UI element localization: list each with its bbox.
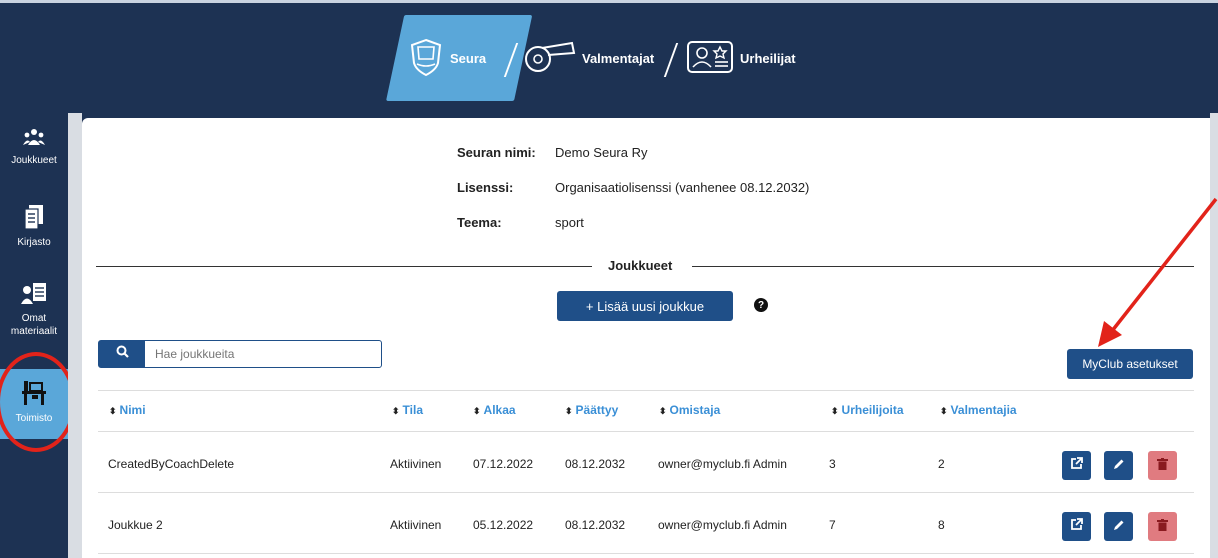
materials-icon [21, 283, 47, 308]
table-row: Joukkue 2 Aktiivinen 05.12.2022 08.12.20… [98, 494, 1194, 554]
column-header-nimi[interactable]: ⬍ Nimi [109, 403, 146, 417]
edit-team-button[interactable] [1104, 451, 1133, 480]
column-header-label: Nimi [119, 403, 146, 417]
tab-valmentajat-label: Valmentajat [582, 50, 655, 66]
sidebar-item-label: Kirjasto [17, 237, 51, 248]
theme-label: Teema: [457, 215, 502, 230]
tab-urheilijat-label: Urheilijat [740, 50, 796, 66]
team-start: 07.12.2022 [473, 457, 534, 471]
column-header-label: Tila [402, 403, 424, 417]
column-header-alkaa[interactable]: ⬍ Alkaa [473, 403, 516, 417]
whistle-icon [520, 39, 576, 78]
team-coaches: 2 [938, 457, 945, 471]
external-link-icon [1070, 517, 1083, 536]
teams-icon [23, 127, 45, 150]
license-value: Organisaatiolisenssi (vanhenee 08.12.203… [555, 180, 810, 195]
search-button[interactable] [99, 341, 145, 367]
team-coaches: 8 [938, 518, 945, 532]
delete-team-button[interactable] [1148, 512, 1177, 541]
shield-icon [408, 37, 444, 80]
table-row: CreatedByCoachDelete Aktiivinen 07.12.20… [98, 433, 1194, 493]
tab-urheilijat[interactable]: Urheilijat [686, 15, 796, 101]
team-athletes: 3 [829, 457, 836, 471]
table-header: ⬍ Nimi ⬍ Tila ⬍ Alkaa ⬍ Päättyy ⬍ Omistaja ⬍ U… [98, 390, 1194, 432]
sort-icon: ⬍ [109, 406, 117, 416]
delete-team-button[interactable] [1148, 451, 1177, 480]
column-header-label: Valmentajia [950, 403, 1017, 417]
external-link-icon [1070, 456, 1083, 475]
team-owner: owner@myclub.fi Admin [658, 457, 787, 471]
edit-team-button[interactable] [1104, 512, 1133, 541]
license-label: Lisenssi: [457, 180, 514, 195]
trash-icon [1157, 518, 1168, 536]
team-search [98, 340, 382, 368]
sort-icon: ⬍ [565, 406, 573, 416]
sort-icon: ⬍ [940, 406, 948, 416]
trash-icon [1157, 457, 1168, 475]
column-header-omistaja[interactable]: ⬍ Omistaja [659, 403, 720, 417]
sidebar: Joukkueet Kirjasto Omat materiaalit Toim… [0, 113, 68, 558]
search-icon [116, 345, 129, 363]
team-name: Joukkue 2 [108, 518, 163, 532]
sidebar-item-label: Omat materiaalit [10, 313, 58, 337]
athlete-card-icon [686, 40, 734, 77]
add-team-button[interactable]: + Lisää uusi joukkue [557, 291, 733, 321]
sort-icon: ⬍ [831, 406, 839, 416]
column-header-urheilijoita[interactable]: ⬍ Urheilijoita [831, 403, 904, 417]
column-header-label: Omistaja [669, 403, 721, 417]
tab-valmentajat[interactable]: Valmentajat [520, 15, 654, 101]
annotation-arrow [1098, 197, 1218, 347]
column-header-label: Urheilijoita [841, 403, 904, 417]
column-header-label: Alkaa [483, 403, 516, 417]
sidebar-item-omat-materiaalit[interactable]: Omat materiaalit [0, 283, 68, 338]
sidebar-item-label: Joukkueet [11, 155, 57, 166]
sort-icon: ⬍ [473, 406, 481, 416]
team-owner: owner@myclub.fi Admin [658, 518, 787, 532]
team-end: 08.12.2032 [565, 518, 626, 532]
divider-line [96, 266, 592, 267]
teams-section-divider: Joukkueet [96, 256, 1194, 276]
theme-value: sport [555, 215, 584, 230]
column-header-valmentajia[interactable]: ⬍ Valmentajia [940, 403, 1017, 417]
tab-seura-label: Seura [450, 50, 487, 66]
search-input[interactable] [155, 341, 375, 367]
pencil-icon [1113, 457, 1125, 475]
help-icon[interactable]: ? [754, 298, 768, 312]
top-nav: Seura Valmentajat Urheilijat [0, 3, 1218, 113]
open-team-button[interactable] [1062, 512, 1091, 541]
team-athletes: 7 [829, 518, 836, 532]
panel-gutter [68, 113, 82, 558]
pencil-icon [1113, 518, 1125, 536]
sort-icon: ⬍ [392, 406, 400, 416]
sort-icon: ⬍ [659, 406, 667, 416]
teams-section-title: Joukkueet [608, 258, 673, 273]
column-header-paattyy[interactable]: ⬍ Päättyy [565, 403, 618, 417]
tab-divider [663, 43, 679, 77]
club-name-value: Demo Seura Ry [555, 145, 648, 160]
column-header-tila[interactable]: ⬍ Tila [392, 403, 423, 417]
team-status: Aktiivinen [390, 457, 442, 471]
team-end: 08.12.2032 [565, 457, 626, 471]
sidebar-item-joukkueet[interactable]: Joukkueet [0, 127, 68, 167]
team-start: 05.12.2022 [473, 518, 534, 532]
team-status: Aktiivinen [390, 518, 442, 532]
library-icon [24, 205, 43, 232]
club-name-label: Seuran nimi: [457, 145, 536, 160]
column-header-label: Päättyy [575, 403, 619, 417]
tab-seura[interactable]: Seura [386, 15, 533, 101]
open-team-button[interactable] [1062, 451, 1091, 480]
team-name: CreatedByCoachDelete [108, 457, 235, 471]
sidebar-item-kirjasto[interactable]: Kirjasto [0, 205, 68, 249]
